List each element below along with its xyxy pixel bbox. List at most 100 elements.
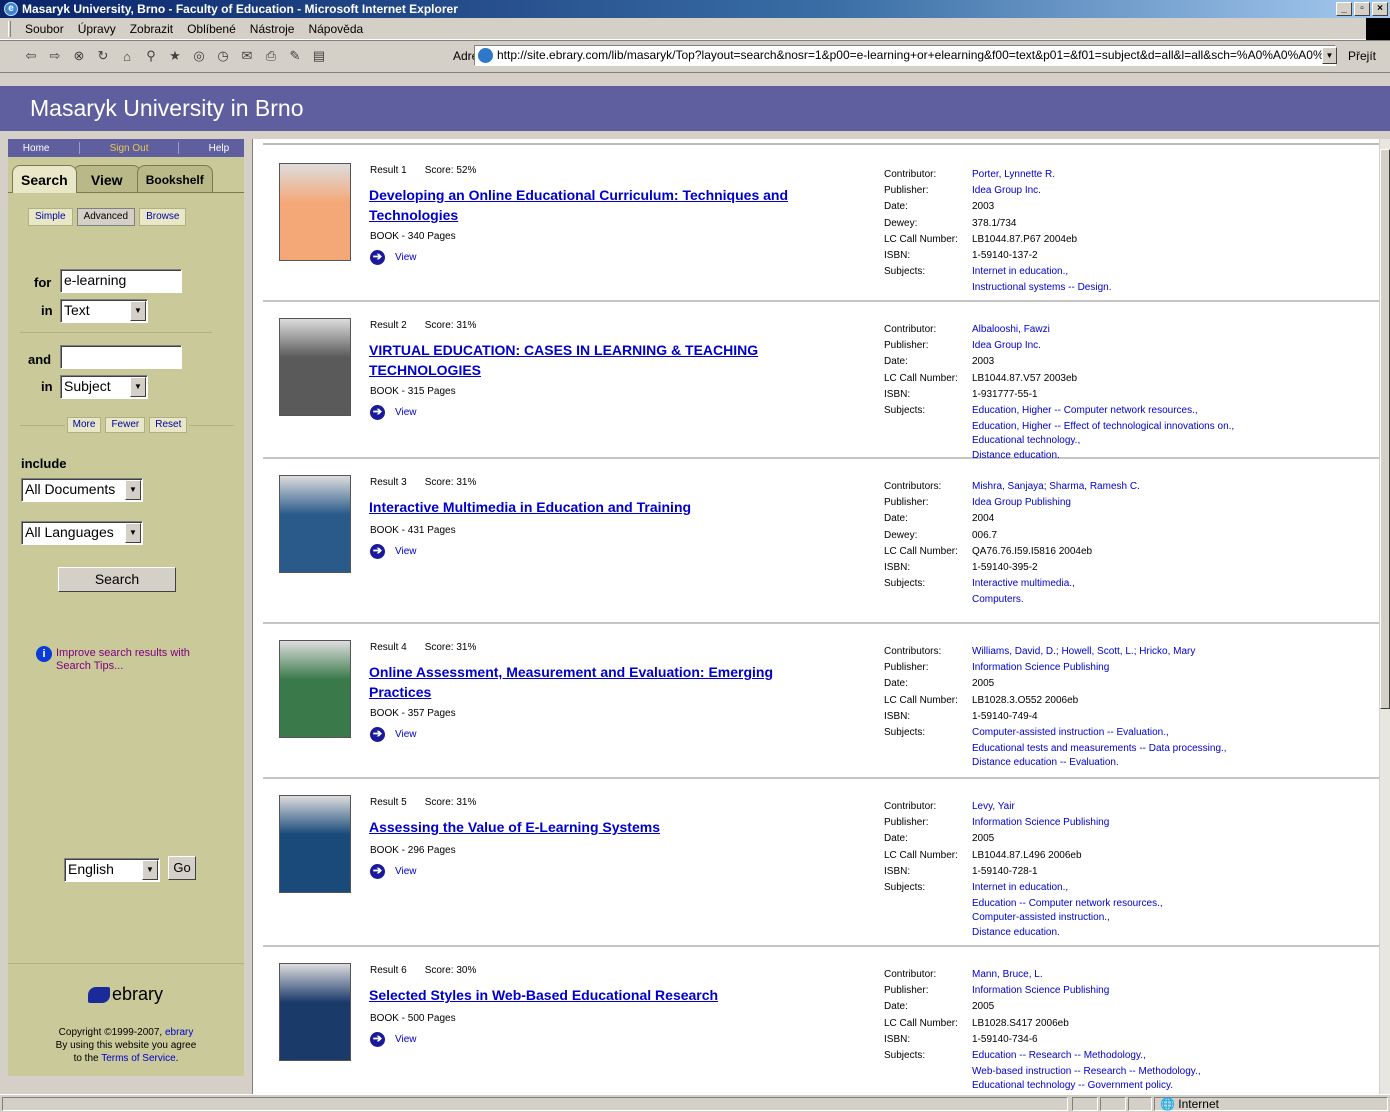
book-cover[interactable] — [279, 475, 351, 573]
close-button[interactable]: × — [1372, 2, 1388, 16]
detail-value-link[interactable]: Internet in education., — [972, 264, 1068, 280]
menu-edit[interactable]: Úpravy — [78, 22, 116, 36]
back-icon[interactable]: ⇦ — [22, 47, 40, 65]
maximize-button[interactable]: ▫ — [1354, 2, 1370, 16]
terms-link[interactable]: Terms of Service — [101, 1053, 175, 1064]
detail-value-link[interactable]: Education -- Research -- Methodology., — [972, 1048, 1146, 1064]
detail-value-link[interactable]: Information Science Publishing — [972, 983, 1109, 999]
refresh-icon[interactable]: ↻ — [94, 47, 112, 65]
arrow-right-icon[interactable]: ➔ — [370, 727, 385, 742]
detail-value-link[interactable]: Williams, David, D.; Howell, Scott, L.; … — [972, 644, 1195, 660]
view-link[interactable]: View — [395, 729, 417, 740]
address-dropdown-icon[interactable]: ▼ — [1322, 47, 1337, 64]
interface-language-select[interactable]: English ▼ — [64, 858, 160, 882]
discuss-icon[interactable]: ▤ — [310, 47, 328, 65]
toolbar-grip[interactable] — [8, 21, 11, 37]
subject-link[interactable]: Instructional systems -- Design. — [972, 280, 1112, 296]
forward-icon[interactable]: ⇨ — [46, 47, 64, 65]
address-input[interactable]: http://site.ebrary.com/lib/masaryk/Top?l… — [474, 45, 1336, 66]
detail-value-link[interactable]: Information Science Publishing — [972, 660, 1109, 676]
detail-value-link[interactable]: Idea Group Publishing — [972, 495, 1071, 511]
nav-sign-out[interactable]: Sign Out — [110, 143, 149, 154]
result-title-link[interactable]: Selected Styles in Web-Based Educational… — [369, 985, 819, 1005]
ebrary-link[interactable]: ebrary — [165, 1027, 193, 1038]
book-cover[interactable] — [279, 795, 351, 893]
search-tips-link[interactable]: Improve search results with Search Tips.… — [56, 647, 226, 673]
detail-value-link[interactable]: Mishra, Sanjaya; Sharma, Ramesh C. — [972, 479, 1140, 495]
nav-home[interactable]: Home — [23, 143, 50, 154]
detail-value-link[interactable]: Mann, Bruce, L. — [972, 967, 1043, 983]
view-link[interactable]: View — [395, 1034, 417, 1045]
home-icon[interactable]: ⌂ — [118, 47, 136, 65]
book-cover[interactable] — [279, 318, 351, 416]
arrow-right-icon[interactable]: ➔ — [370, 864, 385, 879]
result-title-link[interactable]: Assessing the Value of E-Learning System… — [369, 817, 819, 837]
language-go-button[interactable]: Go — [168, 856, 196, 880]
view-link[interactable]: View — [395, 866, 417, 877]
view-link[interactable]: View — [395, 407, 417, 418]
book-cover[interactable] — [279, 963, 351, 1061]
tab-bookshelf[interactable]: Bookshelf — [136, 165, 213, 193]
subject-link[interactable]: Distance education -- Evaluation. — [972, 755, 1119, 771]
print-icon[interactable]: ⎙ — [262, 47, 280, 65]
edit-icon[interactable]: ✎ — [286, 47, 304, 65]
detail-value-link[interactable]: Levy, Yair — [972, 799, 1015, 815]
result-title-link[interactable]: VIRTUAL EDUCATION: CASES IN LEARNING & T… — [369, 340, 819, 380]
minimize-button[interactable]: _ — [1336, 2, 1352, 16]
view-link[interactable]: View — [395, 252, 417, 263]
field-select-1[interactable]: Text ▼ — [60, 299, 148, 323]
arrow-right-icon[interactable]: ➔ — [370, 544, 385, 559]
ebrary-logo[interactable]: ebrary — [88, 984, 163, 1005]
menu-help[interactable]: Nápověda — [308, 22, 363, 36]
subject-link[interactable]: Educational technology -- Government pol… — [972, 1078, 1173, 1094]
menu-tools[interactable]: Nástroje — [250, 22, 295, 36]
result-title-link[interactable]: Developing an Online Educational Curricu… — [369, 185, 819, 225]
more-button[interactable]: More — [66, 417, 102, 433]
arrow-right-icon[interactable]: ➔ — [370, 405, 385, 420]
detail-value-link[interactable]: Information Science Publishing — [972, 815, 1109, 831]
vertical-scrollbar[interactable] — [1380, 139, 1390, 1094]
subject-link[interactable]: Computers. — [972, 592, 1024, 608]
languages-select[interactable]: All Languages ▼ — [21, 521, 143, 545]
search-button[interactable]: Search — [58, 567, 176, 592]
simple-search-button[interactable]: Simple — [28, 208, 73, 226]
detail-value-link[interactable]: Computer-assisted instruction -- Evaluat… — [972, 725, 1169, 741]
advanced-search-button[interactable]: Advanced — [76, 208, 136, 226]
detail-value-link[interactable]: Albalooshi, Fawzi — [972, 322, 1050, 338]
detail-value-link[interactable]: Internet in education., — [972, 880, 1068, 896]
go-button[interactable]: Přejít — [1348, 49, 1376, 63]
mail-icon[interactable]: ✉ — [238, 47, 256, 65]
arrow-right-icon[interactable]: ➔ — [370, 1032, 385, 1047]
arrow-right-icon[interactable]: ➔ — [370, 250, 385, 265]
browse-button[interactable]: Browse — [139, 208, 187, 226]
detail-value-link[interactable]: Idea Group Inc. — [972, 183, 1041, 199]
detail-value-link[interactable]: Education, Higher -- Computer network re… — [972, 403, 1198, 419]
media-icon[interactable]: ◎ — [190, 47, 208, 65]
fewer-button[interactable]: Fewer — [105, 417, 146, 433]
view-link[interactable]: View — [395, 546, 417, 557]
menu-favorites[interactable]: Oblíbené — [187, 22, 236, 36]
subject-link[interactable]: Distance education. — [972, 925, 1060, 941]
tab-view[interactable]: View — [72, 165, 141, 193]
history-icon[interactable]: ◷ — [214, 47, 232, 65]
detail-value-link[interactable]: Interactive multimedia., — [972, 576, 1075, 592]
menu-view[interactable]: Zobrazit — [130, 22, 173, 36]
search-icon[interactable]: ⚲ — [142, 47, 160, 65]
documents-select[interactable]: All Documents ▼ — [21, 478, 143, 502]
result-title-link[interactable]: Interactive Multimedia in Education and … — [369, 497, 819, 517]
for-input[interactable]: e-learning — [60, 269, 182, 293]
detail-value-link[interactable]: Porter, Lynnette R. — [972, 167, 1055, 183]
and-input[interactable] — [60, 345, 182, 369]
result-title-link[interactable]: Online Assessment, Measurement and Evalu… — [369, 662, 819, 702]
favorites-icon[interactable]: ★ — [166, 47, 184, 65]
tab-search[interactable]: Search — [12, 165, 77, 193]
reset-button[interactable]: Reset — [149, 417, 188, 433]
book-cover[interactable] — [279, 163, 351, 261]
stop-icon[interactable]: ⊗ — [70, 47, 88, 65]
menu-file[interactable]: Soubor — [25, 22, 64, 36]
detail-value-link[interactable]: Idea Group Inc. — [972, 338, 1041, 354]
nav-help[interactable]: Help — [209, 143, 230, 154]
book-cover[interactable] — [279, 640, 351, 738]
field-select-2[interactable]: Subject ▼ — [60, 375, 148, 399]
scrollbar-thumb[interactable] — [1380, 149, 1390, 709]
